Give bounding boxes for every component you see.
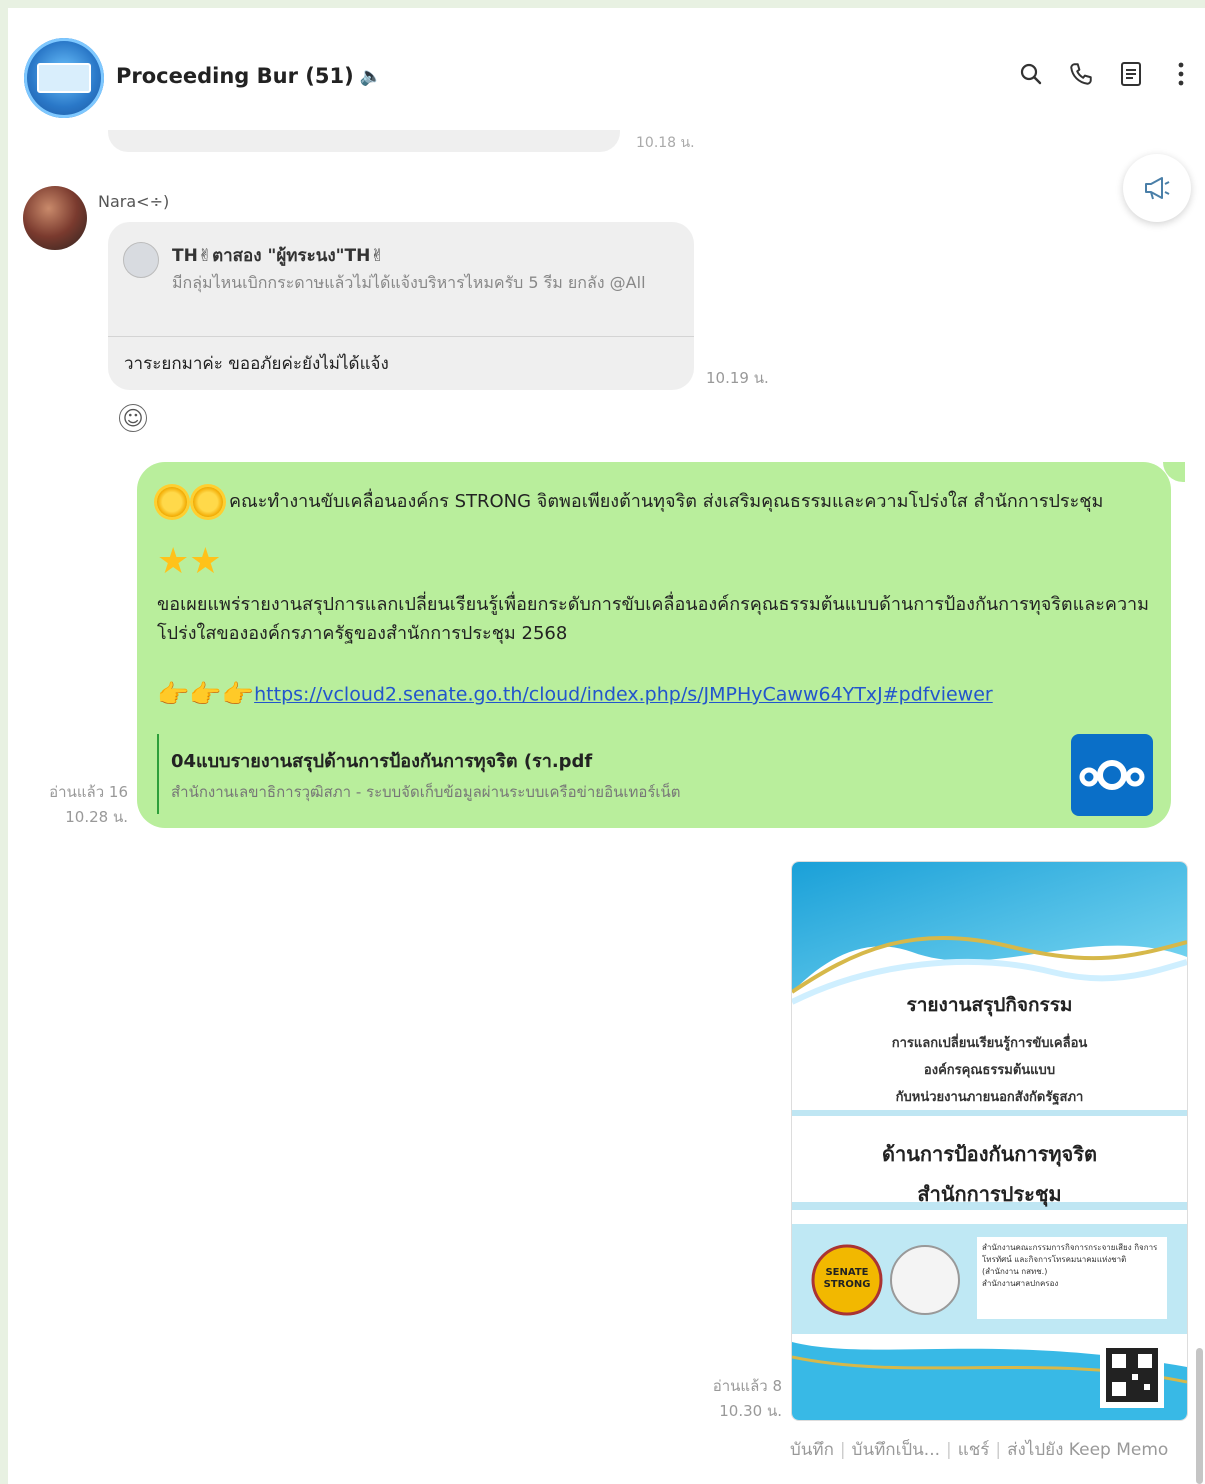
group-avatar[interactable]	[24, 38, 104, 118]
partner-1: สำนักงานคณะกรรมการกิจการกระจายเสียง กิจก…	[982, 1243, 1158, 1276]
report-main-2: สำนักการประชุม	[917, 1182, 1062, 1206]
report-subtitle-1: การแลกเปลี่ยนเรียนรู้การขับเคลื่อน	[891, 1036, 1088, 1051]
chat-title[interactable]: Proceeding Bur (51) 🔈	[116, 64, 382, 88]
megaphone-icon	[1145, 177, 1170, 200]
report-subtitle: การแลกเปลี่ยนเรียนรู้การขับเคลื่อน องค์ก…	[792, 1030, 1187, 1111]
keep-memo-action[interactable]: ส่งไปยัง Keep Memo	[1007, 1440, 1168, 1460]
nextcloud-logo-icon	[1071, 734, 1153, 816]
read-count: อ่านแล้ว 16	[49, 783, 128, 801]
reply-text: วาระยกมาค่ะ ขออภัยค่ะยังไม่ได้แจ้ง	[124, 354, 389, 374]
chat-window: – □ ✕ Proceeding Bur (51) 🔈 10.18 น.	[8, 8, 1205, 1484]
announcement-button[interactable]	[1123, 154, 1191, 222]
previous-message-bubble[interactable]	[108, 130, 620, 152]
report-main-heading: ด้านการป้องกันการทุจริต สำนักการประชุม	[792, 1134, 1187, 1214]
save-action[interactable]: บันทึก	[790, 1440, 834, 1460]
pointing-hand-icon: 👉	[221, 680, 255, 710]
star-icon: ★	[189, 541, 222, 582]
search-icon[interactable]	[1017, 60, 1045, 88]
preview-title: 04แบบรายงานสรุปด้านการป้องกันการทุจริต (…	[171, 751, 593, 772]
pointing-hand-icon: 👉	[157, 680, 190, 710]
phone-icon[interactable]	[1067, 60, 1095, 88]
notes-icon[interactable]	[1117, 60, 1145, 88]
link-preview[interactable]: 04แบบรายงานสรุปด้านการป้องกันการทุจริต (…	[157, 734, 1153, 816]
scrollbar[interactable]	[1196, 1348, 1203, 1484]
message-line-1-text: คณะทำงานขับเคลื่อนองค์กร STRONG จิตพอเพี…	[229, 491, 1104, 512]
quoted-user-name: TH✌ตาสอง "ผู้ทระนง"TH✌	[172, 246, 385, 266]
message-line-2: ขอเผยแพร่รายงานสรุปการแลกเปลี่ยนเรียนรู้…	[157, 594, 1150, 644]
building-icon	[37, 63, 91, 93]
link-row: 👉👉👉https://vcloud2.senate.go.th/cloud/in…	[157, 680, 993, 710]
image-read-receipt: อ่านแล้ว 8 10.30 น.	[698, 1374, 782, 1424]
partner-list: สำนักงานคณะกรรมการกิจการกระจายเสียง กิจก…	[982, 1242, 1164, 1290]
image-actions: บันทึก | บันทึกเป็น... | แชร์ | ส่งไปยัง Keep …	[790, 1436, 1168, 1463]
chat-header: Proceeding Bur (51) 🔈	[8, 8, 1205, 138]
report-subtitle-2: องค์กรคุณธรรมต้นแบบ	[923, 1063, 1056, 1078]
report-title: รายงานสรุปกิจกรรม	[906, 994, 1073, 1016]
read-receipt: อ่านแล้ว 16 10.28 น.	[42, 780, 128, 830]
header-actions	[1017, 60, 1195, 88]
quoted-text: มีกลุ่มไหนเบิกกระดาษแล้วไม่ได้แจ้งบริหาร…	[172, 273, 646, 292]
sender-name: Nara<÷)	[98, 192, 170, 211]
senate-strong-logo: SENATE STRONG	[823, 1267, 871, 1290]
image-message[interactable]: รายงานสรุปกิจกรรม การแลกเปลี่ยนเรียนรู้ก…	[791, 861, 1188, 1421]
more-menu-icon[interactable]	[1167, 60, 1195, 88]
chat-title-text: Proceeding Bur (51)	[116, 64, 354, 88]
mute-icon: 🔈	[359, 65, 383, 87]
quoted-message[interactable]: TH✌ตาสอง "ผู้ทระนง"TH✌ มีกลุ่มไหนเบิกกระ…	[108, 222, 694, 337]
message-line-1: คณะทำงานขับเคลื่อนองค์กร STRONG จิตพอเพี…	[157, 486, 1147, 517]
preview-subtitle: สำนักงานเลขาธิการวุฒิสภา - ระบบจัดเก็บข้…	[171, 783, 681, 801]
sun-icon	[157, 487, 187, 517]
star-icon: ★	[157, 541, 190, 582]
previous-message-time: 10.18 น.	[636, 135, 695, 151]
incoming-message-bubble[interactable]: TH✌ตาสอง "ผู้ทระนง"TH✌ มีกลุ่มไหนเบิกกระ…	[108, 222, 694, 390]
separator: |	[995, 1440, 1002, 1460]
sender-avatar[interactable]	[23, 186, 87, 250]
report-main-1: ด้านการป้องกันการทุจริต	[882, 1142, 1097, 1166]
star-emoji-row: ★★	[157, 541, 222, 582]
image-read-count: อ่านแล้ว 8	[712, 1377, 782, 1395]
quoted-user-avatar	[123, 242, 159, 278]
separator: |	[946, 1440, 952, 1460]
image-time: 10.30 น.	[719, 1402, 782, 1420]
report-subtitle-3: กับหน่วยงานภายนอกสังกัดรัฐสภา	[895, 1090, 1084, 1105]
outgoing-time: 10.28 น.	[65, 808, 128, 826]
sun-icon	[193, 487, 223, 517]
reaction-icon[interactable]: ☺	[119, 404, 147, 432]
pointing-hand-icon: 👉	[189, 680, 222, 710]
share-action[interactable]: แชร์	[958, 1440, 990, 1460]
save-as-action[interactable]: บันทึกเป็น...	[852, 1440, 940, 1460]
document-link[interactable]: https://vcloud2.senate.go.th/cloud/index…	[254, 684, 993, 706]
incoming-time: 10.19 น.	[706, 369, 769, 387]
partner-2: สำนักงานศาลปกครอง	[982, 1279, 1059, 1288]
separator: |	[839, 1440, 846, 1460]
outgoing-message-bubble[interactable]: คณะทำงานขับเคลื่อนองค์กร STRONG จิตพอเพี…	[137, 462, 1171, 828]
